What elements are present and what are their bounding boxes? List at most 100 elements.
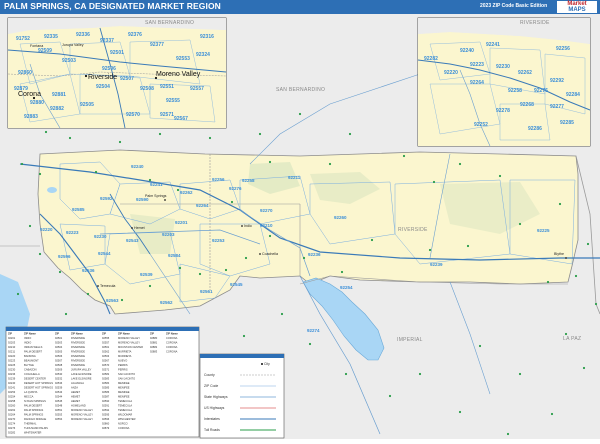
zip-label[interactable]: 92879 [14, 86, 28, 92]
zip-label[interactable]: 92220 [444, 70, 458, 76]
zip-label[interactable]: 92220 [40, 227, 53, 232]
zip-label[interactable]: 92260 [334, 215, 347, 220]
table-cell: 92883 [150, 350, 158, 354]
zip-label[interactable]: 92241 [150, 182, 163, 187]
zip-label[interactable]: 92562 [160, 300, 173, 305]
zip-label[interactable]: 92252 [474, 122, 488, 128]
zip-label[interactable]: 92274 [307, 328, 320, 333]
zip-label[interactable]: 92505 [80, 102, 94, 108]
inset-right[interactable]: RIVERSIDE 92241 92240 92256 92282 92220 … [417, 17, 591, 147]
zip-label[interactable]: 92543 [126, 238, 139, 243]
zip-label[interactable]: 92223 [66, 230, 79, 235]
zip-label[interactable]: 92571 [160, 112, 174, 118]
zip-label[interactable]: 92544 [98, 251, 111, 256]
zip-label[interactable]: 92555 [166, 98, 180, 104]
map-canvas[interactable]: SAN BERNARDINO RIVERSIDE IMPERIAL LA PAZ… [0, 14, 600, 439]
zip-label[interactable]: 92264 [470, 80, 484, 86]
zip-label[interactable]: 92278 [496, 108, 510, 114]
zip-label[interactable]: 92557 [190, 86, 204, 92]
table-cell: MORENO VALLEY [118, 336, 140, 340]
zip-label[interactable]: 92277 [550, 104, 564, 110]
zip-label[interactable]: 92240 [460, 48, 474, 54]
zip-label[interactable]: 92337 [100, 38, 114, 44]
zip-label[interactable]: 92253 [212, 238, 225, 243]
zip-label[interactable]: 92336 [76, 32, 90, 38]
table-cell: HOMELAND [71, 404, 86, 408]
zip-label[interactable]: 92270 [260, 208, 273, 213]
zip-label[interactable]: 92883 [24, 114, 38, 120]
table-cell: THERMAL [24, 422, 37, 426]
table-header: ZIP [150, 332, 154, 336]
zip-label[interactable]: 91752 [16, 36, 30, 42]
zip-label[interactable]: 92507 [120, 76, 134, 82]
table-cell: 92563 [102, 354, 110, 358]
zip-label[interactable]: 92284 [566, 92, 580, 98]
route-marker [582, 366, 586, 370]
zip-label[interactable]: 92551 [160, 84, 174, 90]
zip-label[interactable]: 92276 [534, 88, 548, 94]
zip-label[interactable]: 92503 [62, 58, 76, 64]
zip-label[interactable]: 92225 [537, 228, 550, 233]
zip-label[interactable]: 92262 [518, 70, 532, 76]
zip-label[interactable]: 92292 [550, 78, 564, 84]
zip-label[interactable]: 92230 [496, 64, 510, 70]
zip-label[interactable]: 92881 [52, 92, 66, 98]
zip-label[interactable]: 92509 [38, 48, 52, 54]
zip-label[interactable]: 92561 [200, 289, 213, 294]
zip-label[interactable]: 92210 [260, 223, 273, 228]
zip-label[interactable]: 92545 [230, 282, 243, 287]
zip-label[interactable]: 92254 [340, 285, 353, 290]
table-cell: 92543 [55, 390, 63, 394]
zip-label[interactable]: 92539 [140, 272, 153, 277]
zip-label[interactable]: 92592 [100, 196, 113, 201]
zip-label[interactable]: 92570 [126, 112, 140, 118]
zip-label[interactable]: 92268 [520, 102, 534, 108]
zip-label[interactable]: 92508 [140, 86, 154, 92]
zip-label[interactable]: 92240 [131, 164, 144, 169]
inset-city-label: Moreno Valley [156, 71, 201, 78]
zip-label[interactable]: 92223 [470, 62, 484, 68]
zip-label[interactable]: 92203 [162, 232, 175, 237]
zip-label[interactable]: 92282 [424, 56, 438, 62]
zip-label[interactable]: 92230 [94, 234, 107, 239]
inset-city-label: Jurupa Valley [62, 43, 84, 47]
zip-label[interactable]: 92596 [58, 254, 71, 259]
zip-label[interactable]: 92241 [486, 42, 500, 48]
table-header: ZIP [102, 332, 106, 336]
zip-label[interactable]: 92880 [30, 100, 44, 106]
zip-label[interactable]: 92584 [168, 253, 181, 258]
zip-label[interactable]: 92258 [508, 88, 522, 94]
zip-label[interactable]: 92286 [528, 126, 542, 132]
zip-label[interactable]: 92553 [176, 56, 190, 62]
zip-label[interactable]: 92536 [82, 268, 95, 273]
zip-label[interactable]: 92201 [175, 220, 188, 225]
zip-label[interactable]: 92501 [110, 50, 124, 56]
zip-label[interactable]: 92256 [556, 46, 570, 52]
zip-label[interactable]: 92860 [18, 70, 32, 76]
zip-label[interactable]: 92258 [242, 178, 255, 183]
zip-label[interactable]: 92316 [200, 34, 214, 40]
zip-label[interactable]: 92335 [44, 34, 58, 40]
zip-label[interactable]: 92211 [288, 175, 301, 180]
zip-label[interactable]: 92376 [128, 32, 142, 38]
zip-label[interactable]: 92236 [308, 252, 321, 257]
zip-label[interactable]: 92324 [196, 52, 210, 58]
zip-label[interactable]: 92563 [106, 298, 119, 303]
zip-label[interactable]: 92504 [96, 84, 110, 90]
zip-label[interactable]: 92506 [102, 66, 116, 72]
table-cell: 92270 [8, 417, 16, 421]
zip-label[interactable]: 92256 [212, 177, 225, 182]
inset-left[interactable]: SAN BERNARDINO Riverside Moreno Valley C… [7, 17, 227, 129]
route-marker [258, 132, 262, 136]
zip-label[interactable]: 92585 [72, 207, 85, 212]
zip-label[interactable]: 92377 [150, 42, 164, 48]
zip-label[interactable]: 92276 [229, 186, 242, 191]
market-maps-logo[interactable]: Market MAPS [557, 1, 597, 13]
zip-label[interactable]: 92239 [430, 262, 443, 267]
zip-label[interactable]: 92285 [560, 120, 574, 126]
inset-city-label: Corona [18, 91, 41, 98]
zip-label[interactable]: 92882 [50, 106, 64, 112]
zip-label[interactable]: 92264 [196, 203, 209, 208]
zip-label[interactable]: 92262 [180, 190, 193, 195]
zip-label[interactable]: 92567 [174, 116, 188, 122]
